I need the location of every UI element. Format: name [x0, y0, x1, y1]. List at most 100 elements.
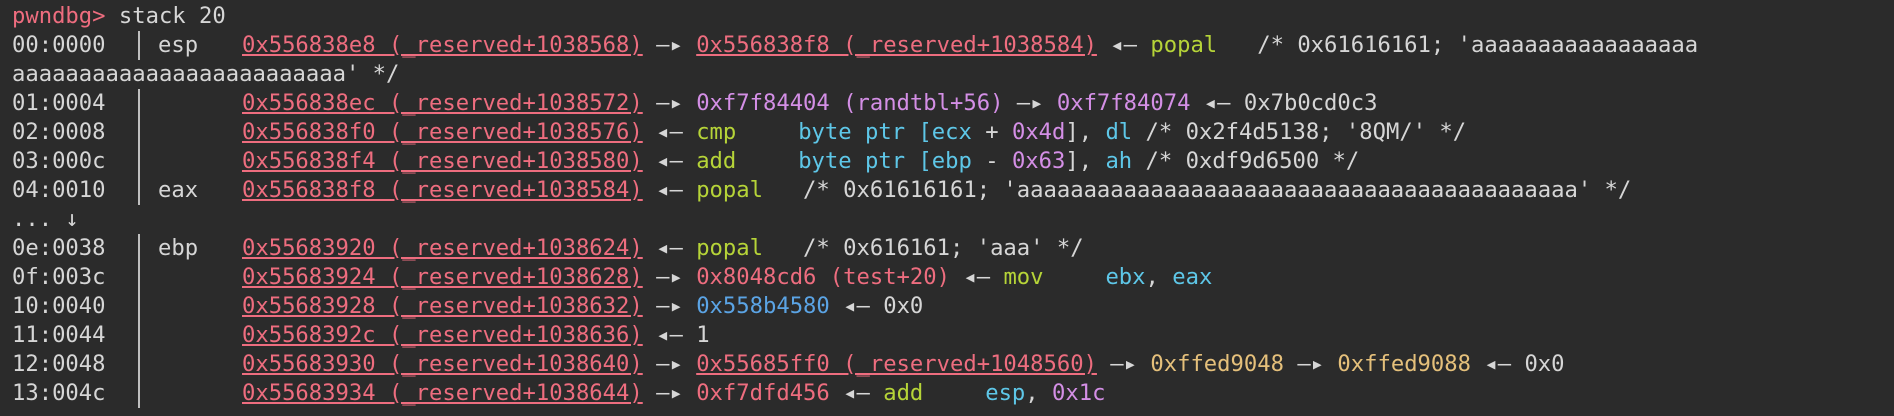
divider: [138, 147, 140, 176]
stack-row: 0f:003c 0x55683924 (_reserved+1038628) —▸…: [12, 263, 1894, 292]
divider: [138, 263, 140, 292]
arrow: ◂—: [829, 380, 884, 406]
pointer-target: 0x558b4580: [696, 293, 830, 319]
immediate: 0x1c: [1052, 380, 1106, 406]
stack-offset: 02:0008: [12, 119, 106, 145]
stack-address: 0x55683934 (_reserved+1038644): [242, 380, 643, 406]
instruction: popal: [1150, 32, 1218, 58]
comment: /* 0x61616161; 'aaaaaaaaaaaaaaaaa: [1217, 32, 1699, 58]
divider: [138, 379, 140, 408]
arrow: —▸: [1096, 351, 1151, 377]
instruction: cmp: [696, 119, 737, 145]
instruction: popal: [696, 177, 763, 203]
comment: /* 0x616161; 'aaa' */: [762, 235, 1084, 261]
comment: /* 0xdf9d6500 */: [1132, 148, 1360, 174]
stack-row: 0e:0038 ebp 0x55683920 (_reserved+1038624)…: [12, 234, 1894, 263]
arrow: —▸: [642, 90, 697, 116]
operand: byte ptr [: [798, 148, 932, 174]
stack-address: 0x55683924 (_reserved+1038628): [242, 264, 643, 290]
arrow: ◂—: [950, 264, 1004, 290]
pointer-target: 0x8048cd6 (test+20): [696, 264, 950, 290]
instruction: mov: [1003, 264, 1044, 290]
divider: [138, 234, 140, 263]
register-label: eax: [158, 177, 199, 203]
arrow: —▸: [642, 264, 697, 290]
arrow: ◂—: [1190, 90, 1244, 116]
immediate: 0x63: [1011, 148, 1066, 174]
divider: [138, 89, 140, 118]
operand: -: [971, 148, 1012, 174]
stack-offset: 04:0010: [12, 177, 106, 203]
register: ebp: [931, 148, 972, 174]
value: 0x0: [883, 293, 924, 319]
operand: byte ptr [: [798, 119, 932, 145]
stack-row: 12:0048 0x55683930 (_reserved+1038640) —▸…: [12, 350, 1894, 379]
stack-address: 0x556838f0 (_reserved+1038576): [242, 119, 643, 145]
operand: ,: [1145, 264, 1173, 290]
arrow: —▸: [642, 380, 697, 406]
arrow: ◂—: [1471, 351, 1525, 377]
operand: ],: [1065, 119, 1106, 145]
register: eax: [1172, 264, 1213, 290]
divider: [138, 176, 140, 205]
pointer-target: 0xf7dfd456: [696, 380, 830, 406]
stack-row: 04:0010 eax 0x556838f8 (_reserved+1038584)…: [12, 176, 1894, 205]
divider: [138, 350, 140, 379]
register: ecx: [931, 119, 972, 145]
arrow: ◂—: [642, 235, 697, 261]
skip-text: ... ↓: [12, 206, 79, 232]
register-label: ebp: [158, 235, 199, 261]
operand: +: [971, 119, 1012, 145]
stack-row: 02:0008 0x556838f0 (_reserved+1038576) ◂—…: [12, 118, 1894, 147]
value: 0x0: [1524, 351, 1565, 377]
terminal-window[interactable]: pwndbg> stack 20 00:0000 esp 0x556838e8 (_…: [0, 0, 1894, 408]
instruction: popal: [696, 235, 763, 261]
value: 0x7b0cd0c3: [1243, 90, 1378, 116]
immediate: 0x4d: [1011, 119, 1066, 145]
prompt-line: pwndbg> stack 20: [12, 2, 1894, 31]
arrow: ◂—: [642, 177, 697, 203]
stack-offset: 00:0000: [12, 32, 106, 58]
arrow: ◂—: [829, 293, 884, 319]
stack-offset: 10:0040: [12, 293, 106, 319]
arrow: —▸: [642, 32, 697, 58]
divider: [138, 118, 140, 147]
pointer-target: 0xffed9088: [1337, 351, 1471, 377]
skip-marker: ... ↓: [12, 205, 1894, 234]
stack-address: 0x5568392c (_reserved+1038636): [242, 322, 643, 348]
stack-row: 00:0000 esp 0x556838e8 (_reserved+1038568)…: [12, 31, 1894, 60]
stack-offset: 12:0048: [12, 351, 106, 377]
prompt: pwndbg>: [12, 3, 106, 29]
arrow: —▸: [1283, 351, 1338, 377]
stack-offset: 03:000c: [12, 148, 106, 174]
arrow: —▸: [642, 293, 697, 319]
stack-offset: 01:0004: [12, 90, 106, 116]
divider: [138, 321, 140, 350]
stack-row: 13:004c 0x55683934 (_reserved+1038644) —▸…: [12, 379, 1894, 408]
pointer-target: 0x55685ff0 (_reserved+1048560): [696, 351, 1097, 377]
instruction: add: [696, 148, 737, 174]
stack-row: 11:0044 0x5568392c (_reserved+1038636) ◂—…: [12, 321, 1894, 350]
register-label: esp: [158, 32, 199, 58]
stack-row: 03:000c 0x556838f4 (_reserved+1038580) ◂—…: [12, 147, 1894, 176]
operand: ,: [1025, 380, 1053, 406]
stack-address: 0x55683930 (_reserved+1038640): [242, 351, 643, 377]
stack-offset: 0e:0038: [12, 235, 106, 261]
arrow: ◂—: [642, 119, 697, 145]
stack-address: 0x556838f8 (_reserved+1038584): [242, 177, 643, 203]
pointer-target: 0xf7f84074: [1056, 90, 1191, 116]
pointer-target: 0xffed9048: [1150, 351, 1284, 377]
wrapped-line: aaaaaaaaaaaaaaaaaaaaaaaaa' */: [12, 60, 1894, 89]
stack-offset: 13:004c: [12, 380, 106, 406]
command: stack 20: [105, 3, 226, 29]
arrow: —▸: [1003, 90, 1057, 116]
stack-address: 0x55683928 (_reserved+1038632): [242, 293, 643, 319]
divider: [138, 31, 140, 60]
comment: /* 0x2f4d5138; '8QM/' */: [1132, 119, 1467, 145]
value: 1: [696, 322, 710, 348]
stack-address: 0x55683920 (_reserved+1038624): [242, 235, 643, 261]
stack-address: 0x556838ec (_reserved+1038572): [242, 90, 643, 116]
arrow: —▸: [642, 351, 697, 377]
stack-row: 01:0004 0x556838ec (_reserved+1038572) —▸…: [12, 89, 1894, 118]
arrow: ◂—: [1096, 32, 1151, 58]
